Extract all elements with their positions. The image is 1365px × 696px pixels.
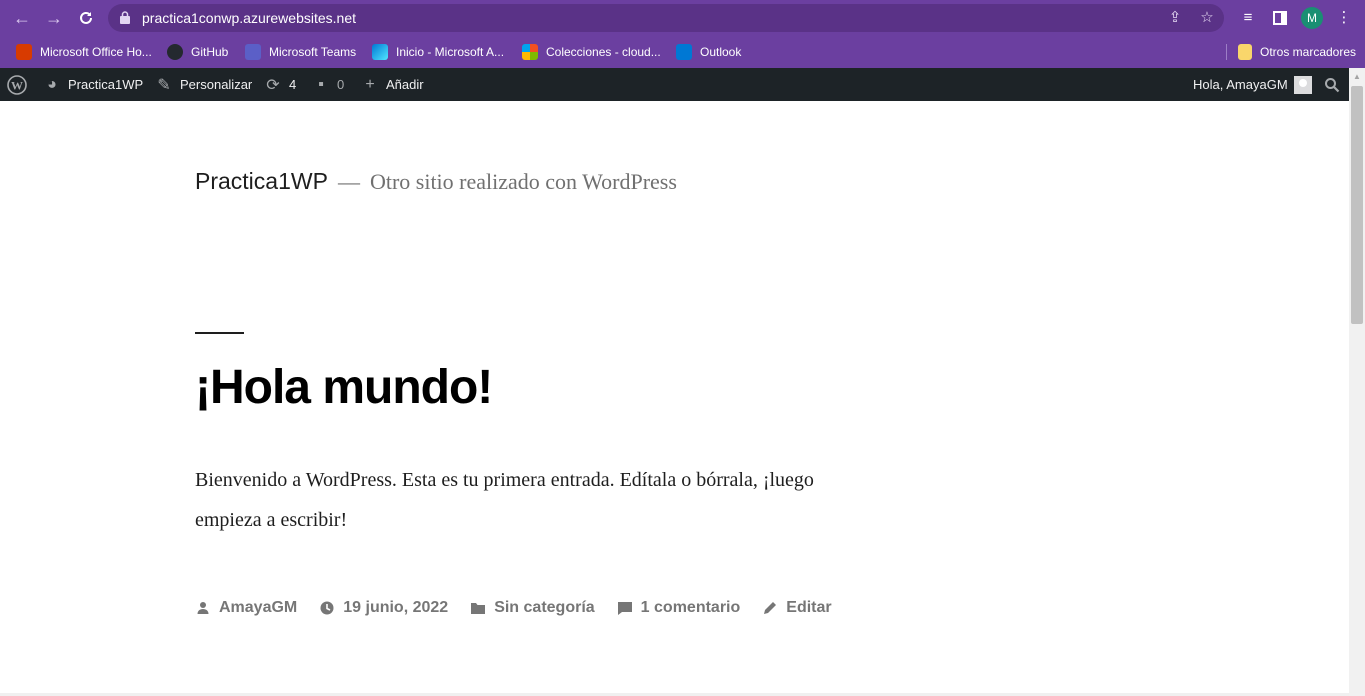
post-title[interactable]: ¡Hola mundo! [195,360,493,415]
bookmarks-divider [1226,44,1227,60]
site-description: Otro sitio realizado con WordPress [369,169,677,194]
post-separator [195,332,244,334]
post-content: Bienvenido a WordPress. Esta es tu prime… [195,469,814,531]
comment-icon [617,602,632,615]
site-title[interactable]: Practica1WP [195,168,328,195]
plus-icon: + [365,75,375,93]
bookmark-teams[interactable]: Microsoft Teams [245,42,356,62]
bookmark-github[interactable]: GitHub [167,42,228,62]
post-author[interactable]: AmayaGM [195,599,297,617]
other-bookmarks-label: Otros marcadores [1260,45,1357,59]
bookmark-office[interactable]: Microsoft Office Ho... [16,42,152,62]
back-arrow-icon[interactable]: ← [10,6,34,30]
category-label: Sin categoría [494,599,595,616]
post-date[interactable]: 19 junio, 2022 [319,599,448,617]
pencil-icon [764,602,777,614]
profile-avatar[interactable]: M [1301,7,1323,29]
share-icon[interactable]: ⇪ [1166,9,1184,27]
bookmark-label: Microsoft Teams [269,45,357,59]
site-name-label: Practica1WP [68,77,144,92]
edit-label: Editar [786,599,832,616]
side-panel-icon[interactable] [1270,8,1290,28]
admin-bar-comments[interactable]: ▪ 0 [312,68,344,101]
clock-icon [320,601,334,615]
address-bar[interactable]: practica1conwp.azurewebsites.net ⇪ ☆ [108,4,1224,32]
admin-bar-new-content[interactable]: + Añadir [361,68,424,101]
admin-bar-customize[interactable]: ✎ Personalizar [155,68,252,101]
date-label: 19 junio, 2022 [343,599,449,616]
wordpress-logo-icon: W [7,74,27,95]
wp-admin-bar: W ◕ Practica1WP ✎ Personalizar ⟳ 4 ▪ 0 +… [0,68,1365,101]
microsoft-icon [522,44,538,60]
browser-toolbar: ← → practica1conwp.azurewebsites.net ⇪ ☆… [0,0,1365,36]
azure-icon [372,44,388,60]
site-header: Practica1WP — Otro sitio realizado con W… [195,168,677,195]
folder-icon [1238,44,1252,60]
post-comments-link[interactable]: 1 comentario [617,599,741,617]
lock-icon [120,11,130,24]
bookmark-label: Inicio - Microsoft A... [396,45,505,59]
admin-bar-site-name[interactable]: ◕ Practica1WP [43,68,143,101]
scroll-up-arrow-icon[interactable]: ▲ [1351,71,1363,83]
reload-icon[interactable] [74,6,98,30]
scrollbar-thumb[interactable] [1351,86,1363,324]
search-icon [1325,77,1340,92]
bookmark-label: Microsoft Office Ho... [40,45,152,59]
outlook-icon [676,44,692,60]
site-title-separator: — [337,169,360,194]
user-avatar [1293,75,1312,94]
browser-chrome: ← → practica1conwp.azurewebsites.net ⇪ ☆… [0,0,1365,68]
bookmark-label: GitHub [191,45,229,59]
teams-icon [245,44,261,60]
other-bookmarks[interactable]: Otros marcadores [1238,42,1356,62]
bookmark-outlook[interactable]: Outlook [676,42,741,62]
post-edit-link[interactable]: Editar [762,599,832,617]
bookmark-collections[interactable]: Colecciones - cloud... [522,42,661,62]
kebab-menu-icon[interactable]: ⋮ [1334,8,1354,28]
url-text: practica1conwp.azurewebsites.net [142,10,357,26]
office-icon [16,44,32,60]
github-icon [167,44,183,60]
customize-label: Personalizar [180,77,253,92]
admin-bar-search[interactable] [1324,68,1340,101]
add-new-label: Añadir [386,77,424,92]
admin-bar-updates[interactable]: ⟳ 4 [264,68,296,101]
reading-list-icon[interactable]: ≡ [1238,8,1258,28]
dashboard-icon: ◕ [47,75,57,93]
admin-bar-my-account[interactable]: Hola, AmayaGM [1193,68,1312,101]
bookmark-label: Outlook [700,45,742,59]
bookmarks-bar: Microsoft Office Ho... GitHub Microsoft … [0,36,1365,68]
updates-count: 4 [289,77,297,92]
post-category[interactable]: Sin categoría [470,599,595,617]
updates-icon: ⟳ [266,76,280,94]
brush-icon: ✎ [157,76,171,94]
folder-icon [471,603,486,614]
bookmark-azure[interactable]: Inicio - Microsoft A... [372,42,504,62]
post-meta: AmayaGM 19 junio, 2022 Sin categoría 1 c… [195,596,854,620]
comments-label: 1 comentario [640,599,741,616]
person-icon [197,602,209,614]
bookmark-label: Colecciones - cloud... [546,45,661,59]
forward-arrow-icon[interactable]: → [42,6,66,30]
author-label: AmayaGM [219,599,298,616]
greeting-label: Hola, AmayaGM [1193,77,1288,92]
star-icon[interactable]: ☆ [1198,9,1216,27]
comments-count: 0 [337,77,345,92]
svg-text:W: W [11,78,23,92]
comment-icon: ▪ [318,75,324,93]
wordpress-logo-button[interactable]: W [7,68,27,101]
